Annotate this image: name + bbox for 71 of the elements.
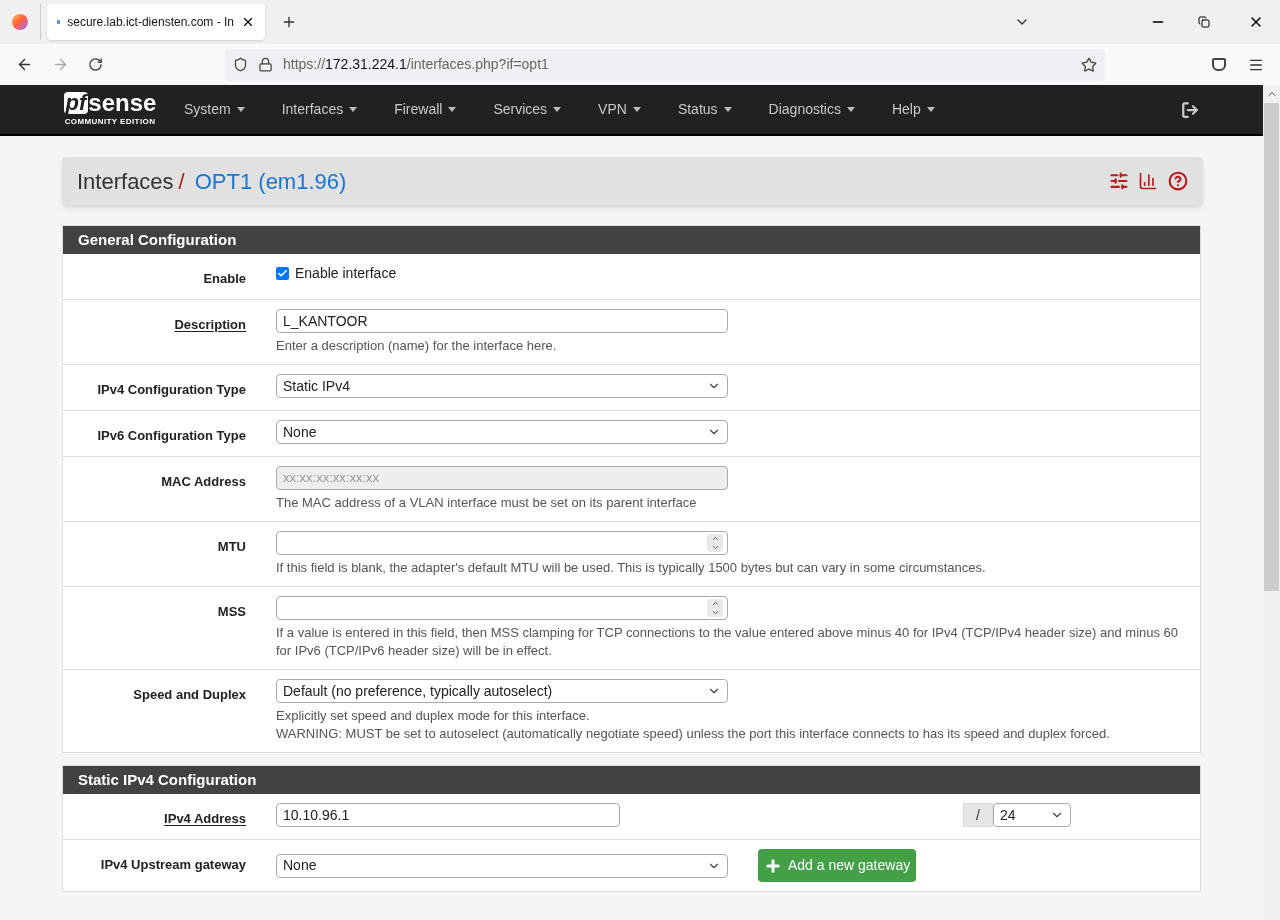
scrollbar-thumb[interactable] (1264, 103, 1279, 591)
restore-icon[interactable] (1198, 16, 1210, 28)
help-text: If this field is blank, the adapter's default MTU will be used. This is typically 1500 bytes but can vary in some circumstances. (276, 559, 987, 577)
field-label: Speed and Duplex (133, 687, 246, 702)
nav-menu[interactable]: Firewall (394, 99, 457, 120)
caret-icon (553, 107, 562, 112)
caret-icon (236, 107, 245, 112)
browser-tab[interactable]: secure.lab.ict-diensten.com - In (47, 4, 265, 40)
panel-heading: General Configuration (63, 226, 1200, 254)
caret-icon (448, 107, 457, 112)
spinner-icon (707, 534, 723, 552)
nav-menu[interactable]: Status (677, 99, 732, 120)
close-icon[interactable] (241, 15, 255, 29)
select-field[interactable]: None (276, 420, 728, 444)
help-text: WARNING: MUST be set to autoselect (automatically negotiate speed) unless the port this interface connects to has its speed and duplex forced. (276, 725, 1111, 743)
select-field[interactable]: 24 (993, 803, 1071, 827)
help-text: The MAC address of a VLAN interface must be set on its parent interface (276, 494, 698, 512)
logout-icon[interactable] (1181, 100, 1199, 119)
reload-icon[interactable] (88, 57, 103, 72)
breadcrumb-current: OPT1 (em1.96) (194, 167, 347, 196)
lock-icon (258, 57, 273, 72)
bookmark-star-icon[interactable] (1081, 56, 1097, 73)
select-field[interactable]: Static IPv4 (276, 374, 728, 398)
new-tab-icon[interactable] (281, 14, 297, 30)
nav-menu[interactable]: Help (891, 99, 935, 120)
field-label-link[interactable]: IPv4 Address (164, 811, 246, 826)
field-label-link[interactable]: Description (174, 317, 246, 332)
nav-menu[interactable]: VPN (598, 99, 641, 120)
sliders-icon[interactable] (1109, 171, 1129, 191)
spinner-icon (707, 599, 723, 617)
nav-menu[interactable]: Services (493, 99, 562, 120)
caret-icon (349, 107, 358, 112)
field-label: IPv4 Configuration Type (97, 382, 246, 397)
nav-menu[interactable]: System (184, 99, 245, 120)
field-label: MTU (217, 539, 246, 554)
field-label: MAC Address (161, 474, 246, 489)
browser-logo-icon[interactable] (12, 14, 28, 30)
text-field[interactable]: 10.10.96.1 (276, 803, 620, 827)
field-label: IPv4 Upstream gateway (100, 857, 246, 872)
select-field[interactable]: None (276, 853, 728, 878)
caret-icon (926, 107, 935, 112)
nav-menu[interactable]: Interfaces (281, 99, 358, 120)
checkbox-label: Enable interface (295, 264, 397, 283)
caret-icon (846, 107, 855, 112)
help-text: If a value is entered in this field, then MSS clamping for TCP connections to the value entered above minus 40 for IPv4 (TCP/IPv4 header size) and minus 60 for IPv6 (TCP/IPv6 header size) will be in effect. (276, 624, 1180, 660)
caret-icon (632, 107, 641, 112)
mask-separator: / (963, 803, 993, 827)
breadcrumb-link[interactable]: Interfaces (77, 164, 174, 198)
back-icon[interactable] (16, 56, 33, 73)
help-icon[interactable] (1168, 171, 1188, 191)
field-label: Enable (203, 271, 246, 286)
scrollbar[interactable] (1263, 85, 1280, 920)
help-text: Explicitly set speed and duplex mode for this interface. (276, 707, 591, 725)
caret-icon (723, 107, 732, 112)
help-text: Enter a description (name) for the interface here. (276, 337, 558, 355)
address-bar[interactable]: https://172.31.224.1/interfaces.php?if=opt1 (225, 48, 1105, 81)
field-label: IPv6 Configuration Type (97, 428, 246, 443)
number-field[interactable] (276, 596, 728, 620)
checkbox[interactable] (276, 267, 289, 280)
select-field[interactable]: Default (no preference, typically autoselect) (276, 679, 728, 703)
panel-heading: Static IPv4 Configuration (63, 766, 1200, 794)
text-field[interactable]: L_KANTOOR (276, 309, 728, 333)
field-label: MSS (217, 604, 246, 619)
plus-icon (764, 856, 782, 875)
breadcrumb-separator: / (178, 167, 185, 196)
nav-menu[interactable]: Diagnostics (768, 99, 855, 120)
shield-icon (233, 57, 248, 72)
pocket-icon[interactable] (1212, 58, 1226, 71)
number-field[interactable] (276, 531, 728, 555)
bar-chart-icon[interactable] (1138, 171, 1158, 191)
pfsense-logo[interactable]: pfsense COMMUNITY EDITION (56, 91, 164, 128)
